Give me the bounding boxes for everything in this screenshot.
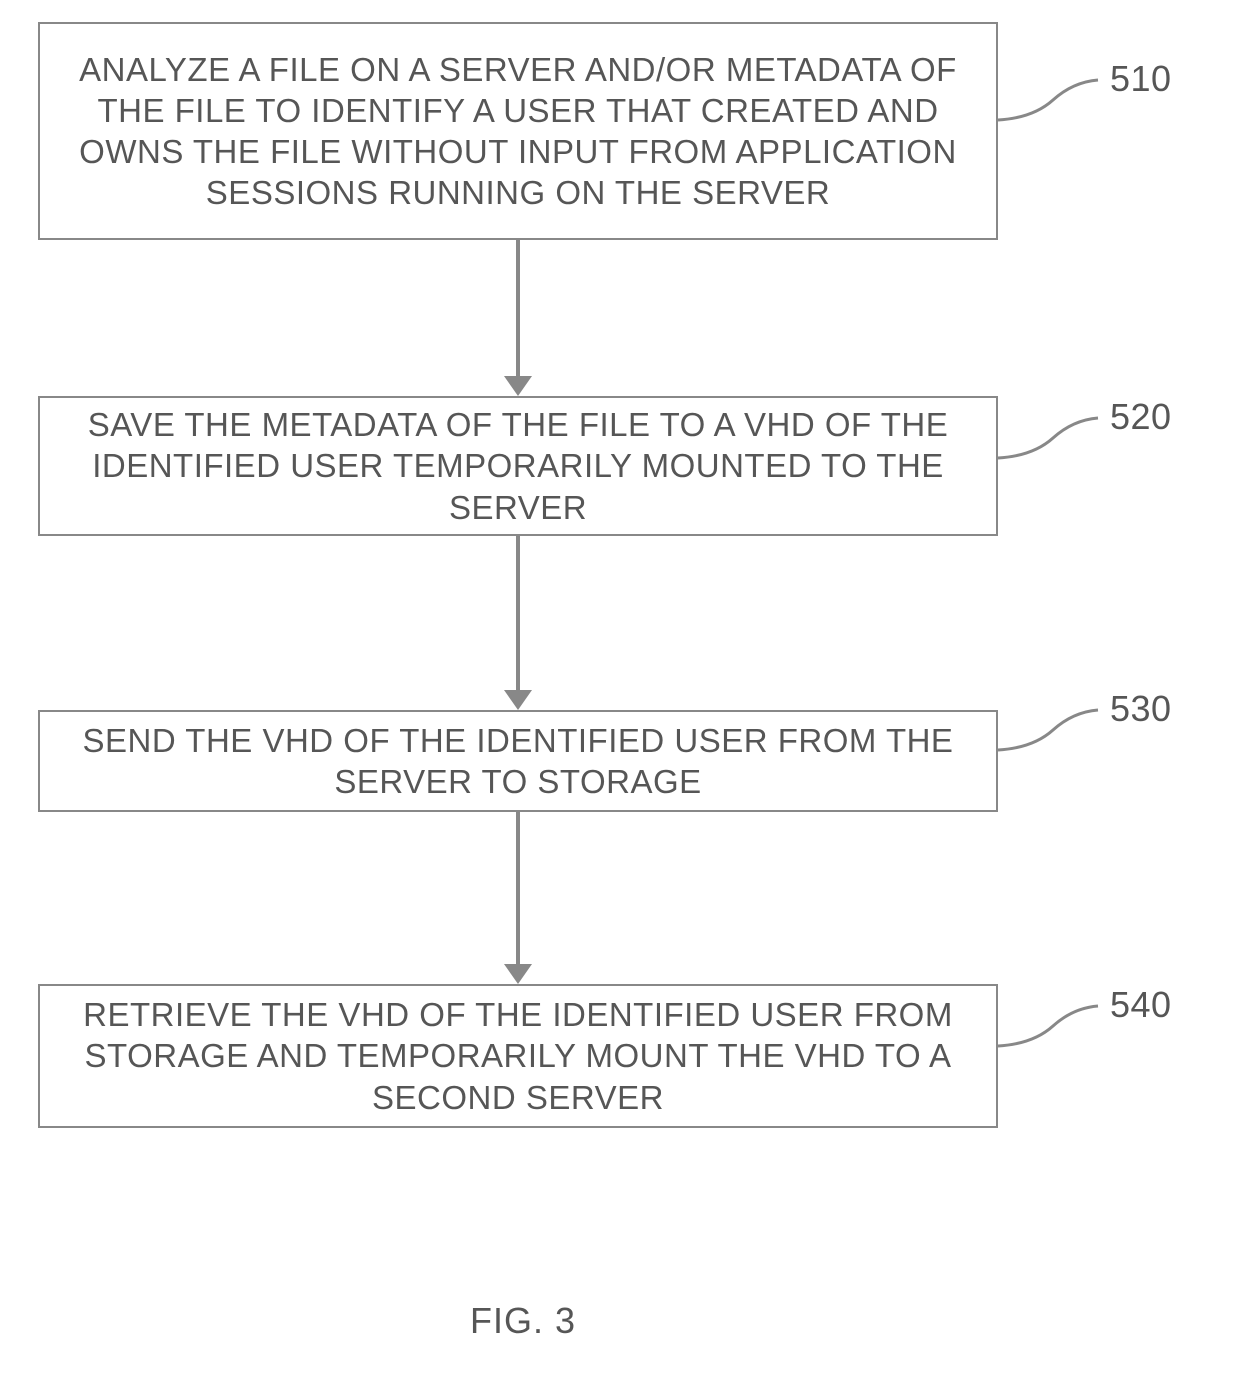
step-label-520: 520 xyxy=(1110,396,1172,438)
arrow-530-to-540 xyxy=(516,812,520,970)
arrow-510-to-520 xyxy=(516,240,520,382)
step-text: RETRIEVE THE VHD OF THE IDENTIFIED USER … xyxy=(54,994,982,1118)
arrow-520-to-530 xyxy=(516,536,520,696)
step-text: SEND THE VHD OF THE IDENTIFIED USER FROM… xyxy=(54,720,982,803)
step-label-540: 540 xyxy=(1110,984,1172,1026)
step-text: ANALYZE A FILE ON A SERVER AND/OR METADA… xyxy=(54,49,982,214)
step-box-520: SAVE THE METADATA OF THE FILE TO A VHD O… xyxy=(38,396,998,536)
step-label-530: 530 xyxy=(1110,688,1172,730)
step-box-510: ANALYZE A FILE ON A SERVER AND/OR METADA… xyxy=(38,22,998,240)
label-connector-540 xyxy=(998,996,1108,1056)
step-label-510: 510 xyxy=(1110,58,1172,100)
label-connector-530 xyxy=(998,700,1108,760)
step-box-540: RETRIEVE THE VHD OF THE IDENTIFIED USER … xyxy=(38,984,998,1128)
figure-caption: FIG. 3 xyxy=(470,1300,576,1342)
step-text: SAVE THE METADATA OF THE FILE TO A VHD O… xyxy=(54,404,982,528)
label-connector-510 xyxy=(998,70,1108,130)
label-connector-520 xyxy=(998,408,1108,468)
step-box-530: SEND THE VHD OF THE IDENTIFIED USER FROM… xyxy=(38,710,998,812)
flowchart-container: ANALYZE A FILE ON A SERVER AND/OR METADA… xyxy=(0,0,1240,1397)
